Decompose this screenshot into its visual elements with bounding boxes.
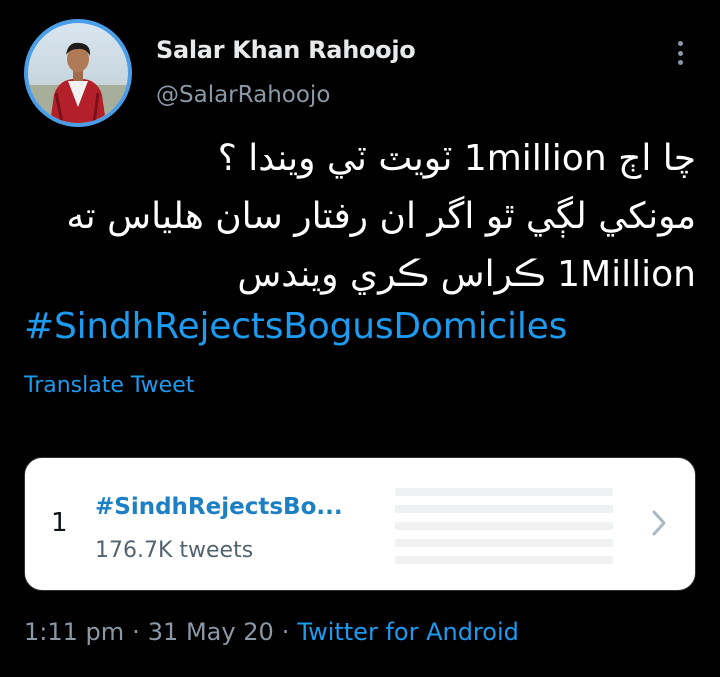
tweet-text: چا اڄ 1million ٽويٽ ٽي ويندا ؟ مونکي لڳي… xyxy=(24,130,696,304)
trend-card[interactable]: 1 #SindhRejectsBo... 176.7K tweets xyxy=(24,457,696,591)
author-name[interactable]: Salar Khan Rahoojo xyxy=(156,36,416,64)
tweet-time[interactable]: 1:11 pm xyxy=(24,618,124,646)
trend-rank: 1 xyxy=(51,508,68,538)
tweet-source-link[interactable]: Twitter for Android xyxy=(297,618,518,646)
meta-separator: · xyxy=(132,618,140,646)
avatar[interactable] xyxy=(24,19,132,127)
hashtag-link[interactable]: #SindhRejectsBogusDomiciles xyxy=(24,306,567,347)
translate-tweet-link[interactable]: Translate Tweet xyxy=(24,373,194,398)
trend-name: #SindhRejectsBo... xyxy=(95,494,343,520)
author-handle[interactable]: @SalarRahoojo xyxy=(156,82,330,108)
meta-separator: · xyxy=(281,618,290,646)
avatar-portrait-icon xyxy=(28,42,128,123)
tweet-date[interactable]: 31 May 20 xyxy=(148,618,274,646)
tweet-line: 1Million ڪراس ڪري ويندس xyxy=(237,254,696,295)
tweet-meta: 1:11 pm · 31 May 20 · Twitter for Android xyxy=(24,618,519,646)
more-vertical-icon[interactable] xyxy=(670,38,690,68)
trend-placeholder-lines xyxy=(395,488,613,564)
tweet-line: چا اڄ 1million ٽويٽ ٽي ويندا ؟ xyxy=(217,138,696,179)
chevron-right-icon xyxy=(652,510,666,536)
trend-tweet-count: 176.7K tweets xyxy=(95,538,254,563)
avatar-image xyxy=(28,23,128,123)
tweet-line: مونکي لڳي ٿو اگر ان رفتار سان هلياس ته xyxy=(66,196,696,237)
